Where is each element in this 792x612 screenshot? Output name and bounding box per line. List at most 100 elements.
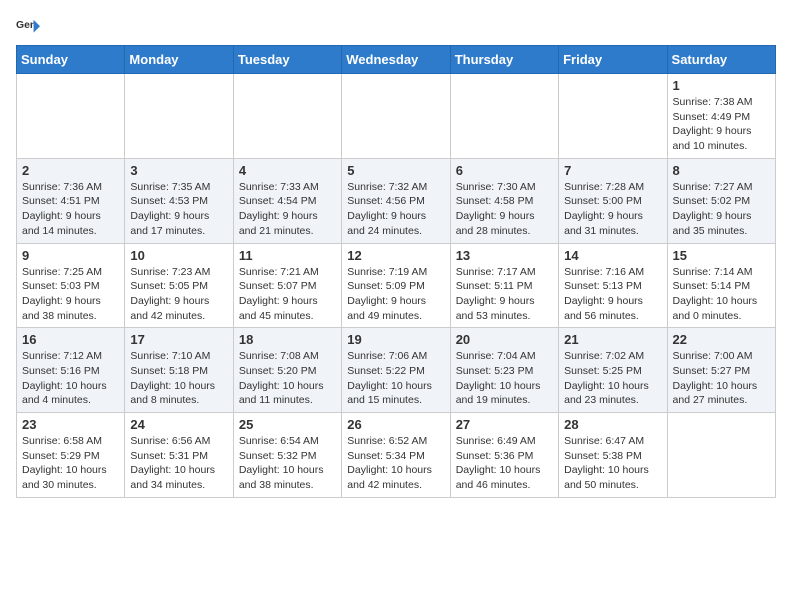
day-info: Sunrise: 7:08 AM Sunset: 5:20 PM Dayligh… [239, 349, 336, 408]
day-info: Sunrise: 6:56 AM Sunset: 5:31 PM Dayligh… [130, 434, 227, 493]
day-number: 4 [239, 163, 336, 178]
calendar-cell [125, 74, 233, 159]
day-number: 21 [564, 332, 661, 347]
calendar-cell: 23 Sunrise: 6:58 AM Sunset: 5:29 PM Dayli… [17, 413, 125, 498]
calendar-cell: 28 Sunrise: 6:47 AM Sunset: 5:38 PM Dayli… [559, 413, 667, 498]
calendar-week-row: 1 Sunrise: 7:38 AM Sunset: 4:49 PM Daylig… [17, 74, 776, 159]
day-info: Sunrise: 6:58 AM Sunset: 5:29 PM Dayligh… [22, 434, 119, 493]
day-number: 14 [564, 248, 661, 263]
calendar-week-row: 2Sunrise: 7:36 AM Sunset: 4:51 PM Daylig… [17, 158, 776, 243]
calendar-cell: 3Sunrise: 7:35 AM Sunset: 4:53 PM Daylig… [125, 158, 233, 243]
day-info: Sunrise: 6:54 AM Sunset: 5:32 PM Dayligh… [239, 434, 336, 493]
day-info: Sunrise: 7:14 AM Sunset: 5:14 PM Dayligh… [673, 265, 770, 324]
logo-icon: Gen [16, 18, 40, 36]
day-info: Sunrise: 7:28 AM Sunset: 5:00 PM Dayligh… [564, 180, 661, 239]
day-number: 27 [456, 417, 553, 432]
calendar-cell [559, 74, 667, 159]
day-number: 13 [456, 248, 553, 263]
day-info: Sunrise: 7:35 AM Sunset: 4:53 PM Dayligh… [130, 180, 227, 239]
calendar-cell: 25 Sunrise: 6:54 AM Sunset: 5:32 PM Dayli… [233, 413, 341, 498]
day-info: Sunrise: 7:33 AM Sunset: 4:54 PM Dayligh… [239, 180, 336, 239]
day-number: 17 [130, 332, 227, 347]
day-number: 12 [347, 248, 444, 263]
day-number: 9 [22, 248, 119, 263]
weekday-header: Thursday [450, 46, 558, 74]
calendar-cell: 11 Sunrise: 7:21 AM Sunset: 5:07 PM Dayli… [233, 243, 341, 328]
day-info: Sunrise: 7:27 AM Sunset: 5:02 PM Dayligh… [673, 180, 770, 239]
calendar-week-row: 16 Sunrise: 7:12 AM Sunset: 5:16 PM Dayli… [17, 328, 776, 413]
day-number: 15 [673, 248, 770, 263]
calendar-cell: 8 Sunrise: 7:27 AM Sunset: 5:02 PM Daylig… [667, 158, 775, 243]
day-info: Sunrise: 7:23 AM Sunset: 5:05 PM Dayligh… [130, 265, 227, 324]
calendar-cell: 5 Sunrise: 7:32 AM Sunset: 4:56 PM Daylig… [342, 158, 450, 243]
day-info: Sunrise: 7:25 AM Sunset: 5:03 PM Dayligh… [22, 265, 119, 324]
calendar-cell: 15 Sunrise: 7:14 AM Sunset: 5:14 PM Dayli… [667, 243, 775, 328]
calendar-cell: 17 Sunrise: 7:10 AM Sunset: 5:18 PM Dayli… [125, 328, 233, 413]
calendar-cell [450, 74, 558, 159]
calendar-cell: 2Sunrise: 7:36 AM Sunset: 4:51 PM Daylig… [17, 158, 125, 243]
day-info: Sunrise: 7:21 AM Sunset: 5:07 PM Dayligh… [239, 265, 336, 324]
calendar-cell: 9 Sunrise: 7:25 AM Sunset: 5:03 PM Daylig… [17, 243, 125, 328]
day-info: Sunrise: 7:04 AM Sunset: 5:23 PM Dayligh… [456, 349, 553, 408]
day-number: 1 [673, 78, 770, 93]
header: Gen [16, 16, 776, 37]
calendar-cell: 7 Sunrise: 7:28 AM Sunset: 5:00 PM Daylig… [559, 158, 667, 243]
svg-text:Gen: Gen [16, 19, 36, 30]
calendar-week-row: 9 Sunrise: 7:25 AM Sunset: 5:03 PM Daylig… [17, 243, 776, 328]
day-number: 24 [130, 417, 227, 432]
calendar-cell [667, 413, 775, 498]
day-number: 22 [673, 332, 770, 347]
calendar-cell: 20Sunrise: 7:04 AM Sunset: 5:23 PM Dayli… [450, 328, 558, 413]
weekday-header: Sunday [17, 46, 125, 74]
day-info: Sunrise: 7:12 AM Sunset: 5:16 PM Dayligh… [22, 349, 119, 408]
day-info: Sunrise: 7:38 AM Sunset: 4:49 PM Dayligh… [673, 95, 770, 154]
weekday-header: Saturday [667, 46, 775, 74]
day-number: 23 [22, 417, 119, 432]
calendar-cell: 4 Sunrise: 7:33 AM Sunset: 4:54 PM Daylig… [233, 158, 341, 243]
day-number: 25 [239, 417, 336, 432]
day-info: Sunrise: 7:17 AM Sunset: 5:11 PM Dayligh… [456, 265, 553, 324]
day-number: 10 [130, 248, 227, 263]
calendar-cell: 12 Sunrise: 7:19 AM Sunset: 5:09 PM Dayli… [342, 243, 450, 328]
weekday-header: Monday [125, 46, 233, 74]
day-info: Sunrise: 7:36 AM Sunset: 4:51 PM Dayligh… [22, 180, 119, 239]
day-number: 7 [564, 163, 661, 178]
calendar: SundayMondayTuesdayWednesdayThursdayFrid… [16, 45, 776, 498]
day-number: 8 [673, 163, 770, 178]
day-info: Sunrise: 7:10 AM Sunset: 5:18 PM Dayligh… [130, 349, 227, 408]
calendar-cell: 19 Sunrise: 7:06 AM Sunset: 5:22 PM Dayli… [342, 328, 450, 413]
calendar-cell: 14 Sunrise: 7:16 AM Sunset: 5:13 PM Dayli… [559, 243, 667, 328]
calendar-cell: 1 Sunrise: 7:38 AM Sunset: 4:49 PM Daylig… [667, 74, 775, 159]
weekday-header-row: SundayMondayTuesdayWednesdayThursdayFrid… [17, 46, 776, 74]
day-info: Sunrise: 7:00 AM Sunset: 5:27 PM Dayligh… [673, 349, 770, 408]
day-info: Sunrise: 6:52 AM Sunset: 5:34 PM Dayligh… [347, 434, 444, 493]
weekday-header: Tuesday [233, 46, 341, 74]
day-number: 16 [22, 332, 119, 347]
calendar-cell: 18Sunrise: 7:08 AM Sunset: 5:20 PM Dayli… [233, 328, 341, 413]
calendar-cell [233, 74, 341, 159]
weekday-header: Wednesday [342, 46, 450, 74]
day-info: Sunrise: 6:47 AM Sunset: 5:38 PM Dayligh… [564, 434, 661, 493]
calendar-week-row: 23 Sunrise: 6:58 AM Sunset: 5:29 PM Dayli… [17, 413, 776, 498]
calendar-cell [17, 74, 125, 159]
calendar-cell: 24 Sunrise: 6:56 AM Sunset: 5:31 PM Dayli… [125, 413, 233, 498]
calendar-cell: 26Sunrise: 6:52 AM Sunset: 5:34 PM Dayli… [342, 413, 450, 498]
weekday-header: Friday [559, 46, 667, 74]
logo: Gen [16, 16, 44, 37]
calendar-cell: 16 Sunrise: 7:12 AM Sunset: 5:16 PM Dayli… [17, 328, 125, 413]
day-number: 5 [347, 163, 444, 178]
calendar-cell: 6Sunrise: 7:30 AM Sunset: 4:58 PM Daylig… [450, 158, 558, 243]
calendar-cell: 13 Sunrise: 7:17 AM Sunset: 5:11 PM Dayli… [450, 243, 558, 328]
day-info: Sunrise: 7:16 AM Sunset: 5:13 PM Dayligh… [564, 265, 661, 324]
day-number: 6 [456, 163, 553, 178]
day-number: 28 [564, 417, 661, 432]
day-info: Sunrise: 7:32 AM Sunset: 4:56 PM Dayligh… [347, 180, 444, 239]
day-info: Sunrise: 7:19 AM Sunset: 5:09 PM Dayligh… [347, 265, 444, 324]
calendar-cell: 21Sunrise: 7:02 AM Sunset: 5:25 PM Dayli… [559, 328, 667, 413]
day-info: Sunrise: 7:06 AM Sunset: 5:22 PM Dayligh… [347, 349, 444, 408]
day-number: 19 [347, 332, 444, 347]
day-number: 11 [239, 248, 336, 263]
calendar-cell: 27Sunrise: 6:49 AM Sunset: 5:36 PM Dayli… [450, 413, 558, 498]
calendar-cell: 10 Sunrise: 7:23 AM Sunset: 5:05 PM Dayli… [125, 243, 233, 328]
calendar-cell: 22 Sunrise: 7:00 AM Sunset: 5:27 PM Dayli… [667, 328, 775, 413]
